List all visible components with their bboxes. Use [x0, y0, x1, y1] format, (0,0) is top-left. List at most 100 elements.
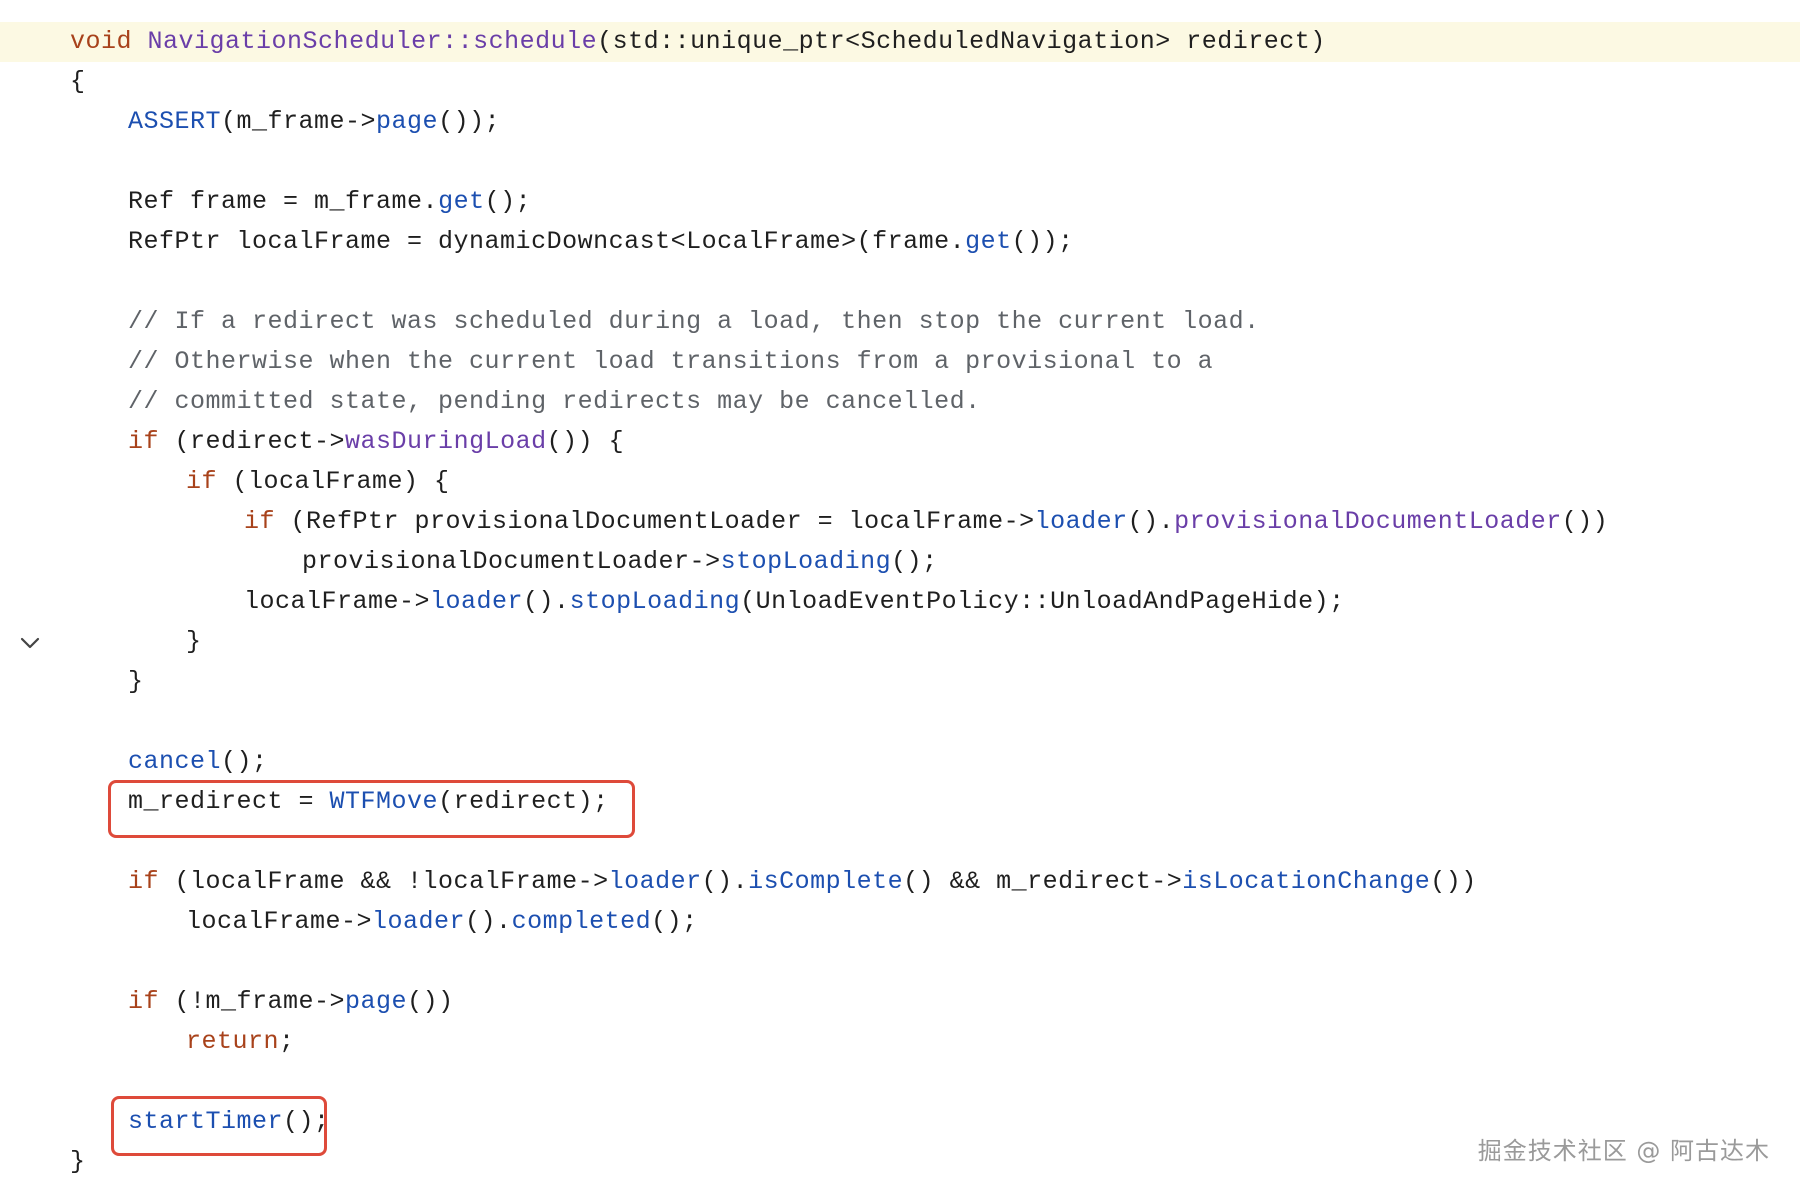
line-gutter [18, 542, 48, 582]
code-token: if [128, 987, 160, 1016]
code-token: localFrame-> [186, 907, 373, 936]
line-gutter [18, 742, 48, 782]
code-token: get [438, 187, 485, 216]
code-text: } [70, 1142, 86, 1182]
code-token: (!m_frame-> [159, 987, 346, 1016]
code-text: return; [186, 1022, 295, 1062]
line-gutter [18, 102, 48, 142]
code-token: // If a redirect was scheduled during a … [128, 307, 1260, 336]
highlight-box-redirect-assignment [108, 780, 635, 838]
code-token: void [70, 27, 133, 56]
code-token: provisionalDocumentLoader-> [302, 547, 721, 576]
code-line[interactable]: if (localFrame) { [0, 462, 1800, 502]
code-line[interactable]: ASSERT(m_frame->page()); [0, 102, 1800, 142]
code-token: if [186, 467, 218, 496]
code-text: RefPtr localFrame = dynamicDowncast<Loca… [128, 222, 1074, 262]
code-text: cancel(); [128, 742, 268, 782]
code-token: if [244, 507, 276, 536]
code-text: if (localFrame && !localFrame->loader().… [128, 862, 1477, 902]
code-text: } [186, 622, 202, 662]
line-gutter [18, 462, 48, 502]
code-token: loader [1034, 507, 1128, 536]
code-token: cancel [128, 747, 222, 776]
code-token: RefPtr localFrame = dynamicDowncast<Loca… [128, 227, 966, 256]
code-token: loader [608, 867, 702, 896]
code-line[interactable]: Ref frame = m_frame.get(); [0, 182, 1800, 222]
code-token: // committed state, pending redirects ma… [128, 387, 981, 416]
code-token: (redirect-> [159, 427, 346, 456]
code-text: localFrame->loader().stopLoading(UnloadE… [244, 582, 1345, 622]
code-line[interactable]: void NavigationScheduler::schedule(std::… [0, 22, 1800, 62]
code-token: NavigationScheduler::schedule [147, 27, 598, 56]
code-token: // Otherwise when the current load trans… [128, 347, 1214, 376]
code-line[interactable]: if (RefPtr provisionalDocumentLoader = l… [0, 502, 1800, 542]
code-line[interactable]: RefPtr localFrame = dynamicDowncast<Loca… [0, 222, 1800, 262]
line-gutter [18, 62, 48, 102]
line-gutter [18, 1062, 48, 1102]
code-text: // If a redirect was scheduled during a … [128, 302, 1260, 342]
code-token: (localFrame) { [217, 467, 450, 496]
code-token: (); [891, 547, 938, 576]
code-token: ()) { [546, 427, 625, 456]
line-gutter [18, 422, 48, 462]
code-token: provisionalDocumentLoader [1174, 507, 1562, 536]
line-gutter [18, 1142, 48, 1182]
code-token: } [70, 1147, 86, 1176]
line-gutter [18, 582, 48, 622]
code-line[interactable]: { [0, 62, 1800, 102]
code-line[interactable]: // Otherwise when the current load trans… [0, 342, 1800, 382]
code-line[interactable]: provisionalDocumentLoader->stopLoading()… [0, 542, 1800, 582]
code-text: if (!m_frame->page()) [128, 982, 454, 1022]
code-text: // committed state, pending redirects ma… [128, 382, 981, 422]
code-line[interactable]: cancel(); [0, 742, 1800, 782]
code-line[interactable]: if (redirect->wasDuringLoad()) { [0, 422, 1800, 462]
line-gutter [18, 262, 48, 302]
line-gutter [18, 902, 48, 942]
code-token: (). [465, 907, 512, 936]
code-text: if (redirect->wasDuringLoad()) { [128, 422, 624, 462]
code-line[interactable]: if (localFrame && !localFrame->loader().… [0, 862, 1800, 902]
code-line[interactable]: } [0, 622, 1800, 662]
code-token: } [186, 627, 202, 656]
line-gutter [18, 302, 48, 342]
code-token: ()); [438, 107, 501, 136]
code-text: if (localFrame) { [186, 462, 450, 502]
line-gutter [18, 862, 48, 902]
code-token: loader [372, 907, 466, 936]
code-token: (); [221, 747, 268, 776]
code-token: ()) [407, 987, 454, 1016]
code-token: ; [279, 1027, 295, 1056]
code-editor[interactable]: void NavigationScheduler::schedule(std::… [0, 22, 1800, 1182]
code-line[interactable]: if (!m_frame->page()) [0, 982, 1800, 1022]
code-token: } [128, 667, 144, 696]
code-line[interactable]: // If a redirect was scheduled during a … [0, 302, 1800, 342]
code-line[interactable]: localFrame->loader().stopLoading(UnloadE… [0, 582, 1800, 622]
line-gutter [18, 982, 48, 1022]
code-token: (). [523, 587, 570, 616]
code-line[interactable] [0, 142, 1800, 182]
code-token: ASSERT [128, 107, 222, 136]
code-token: stopLoading [569, 587, 741, 616]
code-line[interactable]: return; [0, 1022, 1800, 1062]
code-token: (std::unique_ptr<ScheduledNavigation> re… [597, 27, 1326, 56]
highlight-box-start-timer [111, 1096, 327, 1156]
code-line[interactable] [0, 262, 1800, 302]
code-line[interactable]: } [0, 662, 1800, 702]
code-token: (). [701, 867, 749, 896]
code-line[interactable] [0, 942, 1800, 982]
code-token: wasDuringLoad [345, 427, 547, 456]
code-line[interactable] [0, 702, 1800, 742]
code-text: provisionalDocumentLoader->stopLoading()… [302, 542, 938, 582]
code-token: { [70, 67, 86, 96]
code-line[interactable]: // committed state, pending redirects ma… [0, 382, 1800, 422]
line-gutter [18, 942, 48, 982]
code-token: page [376, 107, 439, 136]
code-token: isComplete [748, 867, 904, 896]
chevron-down-icon[interactable] [18, 622, 48, 662]
code-token: if [128, 867, 160, 896]
line-gutter [18, 1022, 48, 1062]
code-text: } [128, 662, 144, 702]
code-line[interactable]: localFrame->loader().completed(); [0, 902, 1800, 942]
code-token: ()) [1561, 507, 1609, 536]
